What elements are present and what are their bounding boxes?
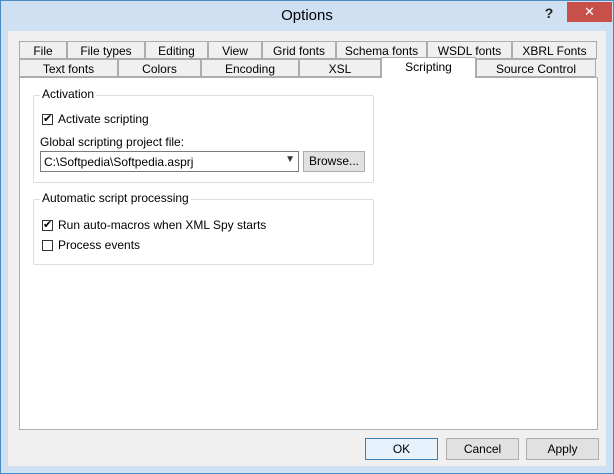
- tab-file-types[interactable]: File types: [67, 41, 145, 59]
- activation-group: Activation Activate scripting Global scr…: [33, 87, 374, 183]
- options-dialog: Options ? ✕ File File types Editing View…: [0, 0, 614, 474]
- process-events-label: Process events: [58, 238, 141, 252]
- run-auto-macros-checkbox[interactable]: [42, 219, 53, 231]
- project-file-value: C:\Softpedia\Softpedia.asprj: [44, 155, 194, 169]
- tab-scripting[interactable]: Scripting: [381, 57, 476, 78]
- tab-editing[interactable]: Editing: [145, 41, 208, 59]
- help-button[interactable]: ?: [539, 5, 559, 25]
- tab-colors[interactable]: Colors: [118, 59, 201, 77]
- run-auto-macros-label: Run auto-macros when XML Spy starts: [58, 218, 267, 232]
- tab-file[interactable]: File: [19, 41, 67, 59]
- activate-scripting-checkbox[interactable]: [42, 113, 53, 125]
- automatic-processing-group: Automatic script processing Run auto-mac…: [33, 191, 374, 265]
- tab-xbrl-fonts[interactable]: XBRL Fonts: [512, 41, 597, 59]
- title-bar: Options ? ✕: [1, 1, 613, 31]
- tab-source-control[interactable]: Source Control: [476, 59, 596, 77]
- process-events-checkbox[interactable]: [42, 240, 53, 251]
- chevron-down-icon[interactable]: ▼: [285, 154, 295, 165]
- apply-button[interactable]: Apply: [526, 438, 599, 460]
- tab-xsl[interactable]: XSL: [299, 59, 381, 77]
- tab-text-fonts[interactable]: Text fonts: [19, 59, 118, 77]
- window-title: Options: [281, 7, 333, 24]
- tab-view[interactable]: View: [208, 41, 262, 59]
- ok-button[interactable]: OK: [365, 438, 438, 460]
- tab-encoding[interactable]: Encoding: [201, 59, 299, 77]
- close-button[interactable]: ✕: [567, 2, 612, 22]
- project-file-combobox[interactable]: C:\Softpedia\Softpedia.asprj ▼: [40, 151, 299, 172]
- activate-scripting-label: Activate scripting: [58, 112, 149, 126]
- scripting-tab-panel: Activation Activate scripting Global scr…: [19, 77, 598, 430]
- activation-group-label: Activation: [40, 87, 97, 101]
- automatic-processing-group-label: Automatic script processing: [40, 191, 191, 205]
- dialog-client-area: File File types Editing View Grid fonts …: [8, 31, 606, 466]
- project-file-label: Global scripting project file:: [40, 135, 185, 149]
- tab-grid-fonts[interactable]: Grid fonts: [262, 41, 336, 59]
- cancel-button[interactable]: Cancel: [446, 438, 519, 460]
- browse-button[interactable]: Browse...: [303, 151, 365, 172]
